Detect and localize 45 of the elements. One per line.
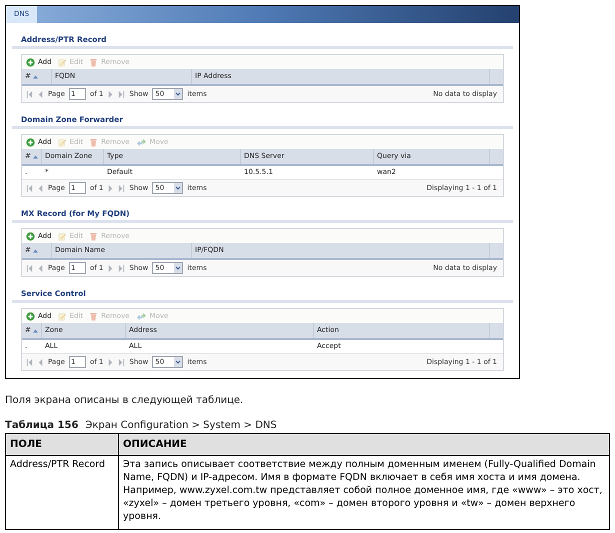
last-page-icon[interactable] — [118, 90, 126, 98]
previous-page-icon[interactable] — [37, 90, 44, 98]
table-caption-title: Экран Configuration > System > DNS — [85, 419, 277, 433]
sort-icon — [32, 328, 38, 332]
intro-text: Поля экрана описаны в следующей таблице. — [5, 394, 244, 408]
last-page-icon[interactable] — [118, 358, 126, 366]
previous-page-icon[interactable] — [37, 358, 44, 366]
add-icon — [26, 312, 35, 320]
first-page-icon[interactable] — [26, 264, 33, 272]
pencil-icon — [58, 232, 67, 240]
move-icon — [136, 312, 147, 320]
next-page-icon[interactable] — [107, 184, 114, 192]
sort-icon — [32, 248, 38, 252]
table-cell: Address/PTR Record — [6, 456, 119, 529]
caret-icon — [174, 357, 182, 367]
previous-page-icon[interactable] — [37, 264, 44, 272]
add-icon — [26, 58, 35, 66]
sort-icon — [32, 154, 38, 158]
trash-icon — [89, 58, 98, 66]
table-header-cell: ПОЛЕ — [6, 434, 119, 456]
previous-page-icon[interactable] — [37, 184, 44, 192]
add-icon — [26, 138, 35, 146]
next-page-icon[interactable] — [107, 90, 114, 98]
pencil-icon — [58, 312, 67, 320]
first-page-icon[interactable] — [26, 90, 33, 98]
trash-icon — [89, 138, 98, 146]
sort-icon — [32, 74, 38, 78]
last-page-icon[interactable] — [118, 264, 126, 272]
last-page-icon[interactable] — [118, 184, 126, 192]
caret-icon — [174, 183, 182, 193]
trash-icon — [89, 312, 98, 320]
move-icon — [136, 138, 147, 146]
table-caption-number: Таблица 156 — [5, 419, 78, 433]
trash-icon — [89, 232, 98, 240]
first-page-icon[interactable] — [26, 184, 33, 192]
pencil-icon — [58, 138, 67, 146]
caret-icon — [174, 89, 182, 99]
next-page-icon[interactable] — [107, 264, 114, 272]
table-cell-text: Эта запись описывает соответствие между полным доменным именем (Fully-Qualified Domain Name, FQDN) и IP-адресом. Имя в формате FQDN включает в себя имя хоста и имя домена. Например, www.zyxel.com.tw представляет собой полное доменное имя, где «www» – это хост, «zyxel» – домен третьего уровня, «com» – домен второго уровня и «tw» – домен верхнего уровня. — [122, 458, 604, 524]
first-page-icon[interactable] — [26, 358, 33, 366]
table-header-cell: ОПИСАНИЕ — [119, 434, 609, 456]
pencil-icon — [58, 58, 67, 66]
add-icon — [26, 232, 35, 240]
caret-icon — [174, 263, 182, 273]
next-page-icon[interactable] — [107, 358, 114, 366]
